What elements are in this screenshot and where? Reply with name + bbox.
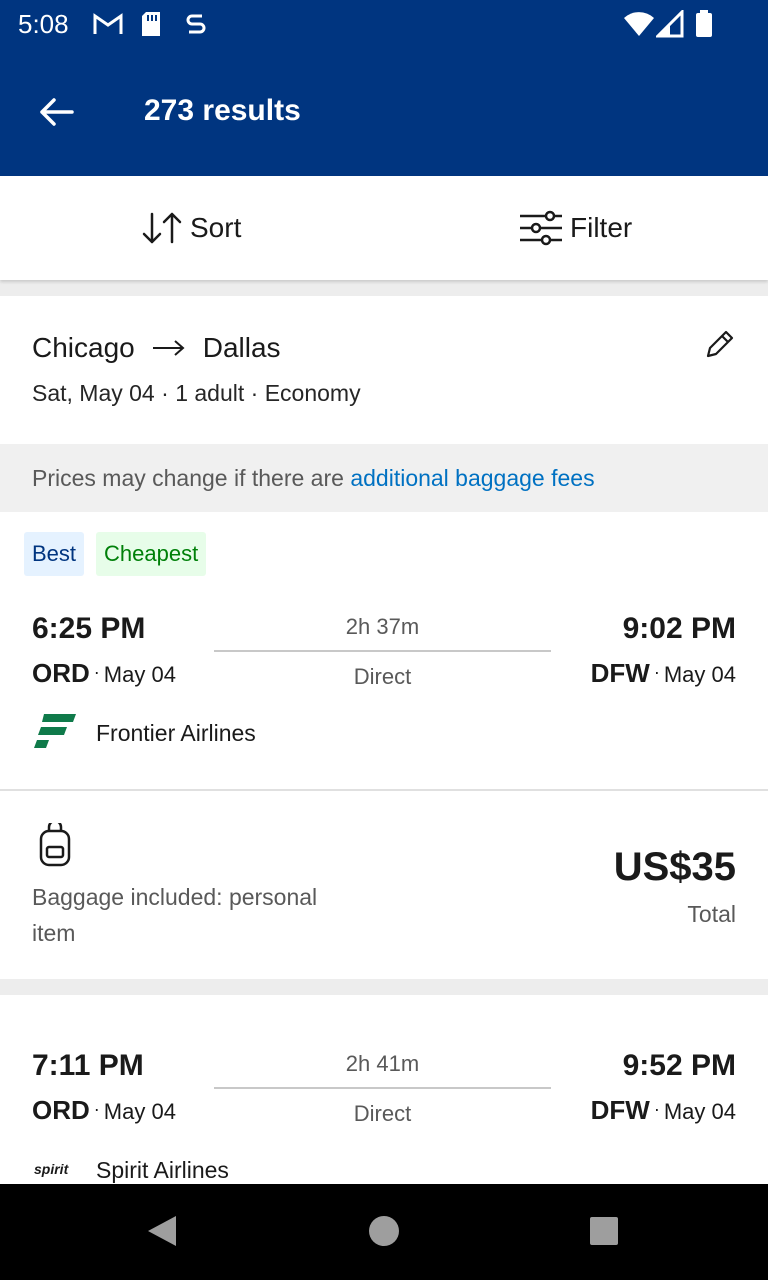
- filter-label: Filter: [570, 212, 633, 243]
- price-label: Total: [687, 901, 736, 927]
- system-nav-bar: [0, 1184, 768, 1280]
- departure-info: ORD · May 04: [32, 658, 176, 688]
- filter-button[interactable]: Filter: [518, 176, 632, 280]
- status-time: 5:08: [18, 9, 69, 39]
- separator: ·: [250, 380, 259, 406]
- search-summary[interactable]: Chicago Dallas Sat, May 04 · 1 adult · E…: [0, 296, 768, 444]
- departure-date: May 04: [103, 1099, 176, 1124]
- trip-cabin: Economy: [264, 380, 361, 406]
- arrival-date: May 04: [663, 662, 736, 687]
- nav-recents-icon[interactable]: [588, 1214, 620, 1248]
- spirit-logo: spirit: [34, 1161, 69, 1177]
- flight-duration: 2h 41m Direct: [214, 1051, 551, 1127]
- app-bar: 273 results: [0, 50, 768, 176]
- departure-time: 6:25 PM: [32, 612, 146, 645]
- nav-back-icon[interactable]: [146, 1214, 178, 1248]
- duration-line: [214, 650, 551, 652]
- duration-text: 2h 37m: [345, 614, 420, 639]
- cheapest-badge: Cheapest: [96, 532, 207, 576]
- duration-text: 2h 41m: [345, 1051, 420, 1076]
- separator: ·: [161, 380, 169, 406]
- trip-details: Sat, May 04 · 1 adult · Economy: [32, 380, 361, 407]
- wifi-icon: [624, 12, 654, 36]
- departure-time: 7:11 PM: [32, 1049, 144, 1082]
- sort-arrows-icon: [142, 212, 182, 244]
- flight-duration: 2h 37m Direct: [214, 614, 551, 690]
- price: US$35: [613, 845, 736, 889]
- arrival-time: 9:02 PM: [622, 612, 736, 645]
- trip-passengers: 1 adult: [175, 380, 245, 406]
- flight-card[interactable]: 7:11 PM ORD · May 04 2h 41m Direct 9:52 PM…: [0, 995, 768, 1184]
- flight-price-section[interactable]: Baggage included: personal item US$35 To…: [0, 791, 768, 979]
- frontier-logo-icon: [34, 714, 76, 748]
- departure-date: May 04: [103, 662, 176, 687]
- arrow-right-icon: [152, 340, 185, 356]
- nav-home-icon[interactable]: [368, 1214, 400, 1248]
- airline-name: Spirit Airlines: [96, 1157, 229, 1183]
- gmail-icon: [93, 13, 123, 34]
- destination-city: Dallas: [202, 332, 281, 363]
- origin-city: Chicago: [32, 332, 135, 363]
- departure-airport: ORD: [32, 1095, 90, 1125]
- arrival-airport: DFW: [590, 658, 650, 688]
- duration-line: [214, 1087, 551, 1089]
- arrival-info: DFW · May 04: [590, 1095, 736, 1125]
- stops-text: Direct: [353, 1101, 412, 1126]
- battery-icon: [696, 10, 712, 37]
- pencil-edit-icon[interactable]: [702, 326, 738, 362]
- sort-button[interactable]: Sort: [140, 176, 241, 280]
- filter-sliders-icon: [520, 210, 562, 246]
- status-bar: 5:08: [0, 0, 768, 50]
- baggage-fees-link[interactable]: additional baggage fees: [350, 465, 594, 491]
- baggage-info: Baggage included: personal item: [32, 884, 318, 946]
- sort-label: Sort: [190, 212, 242, 243]
- best-badge: Best: [24, 532, 85, 576]
- arrival-date: May 04: [663, 1099, 736, 1124]
- sd-card-icon: [142, 12, 160, 36]
- sync-icon: [186, 14, 206, 34]
- stops-text: Direct: [353, 664, 412, 689]
- sort-filter-toolbar: Sort Filter: [0, 176, 768, 280]
- flight-card[interactable]: Best Cheapest 6:25 PM ORD · May 04 2h 37m …: [0, 512, 768, 789]
- departure-airport: ORD: [32, 658, 90, 688]
- notice-text: Prices may change if there are: [32, 465, 351, 491]
- cell-signal-icon: [656, 10, 684, 38]
- arrival-airport: DFW: [590, 1095, 650, 1125]
- arrow-left-icon[interactable]: [36, 92, 76, 132]
- backpack-icon: [39, 823, 71, 867]
- trip-date: Sat, May 04: [32, 380, 155, 406]
- departure-info: ORD · May 04: [32, 1095, 176, 1125]
- baggage-fee-notice: Prices may change if there are additiona…: [0, 444, 768, 512]
- airline-name: Frontier Airlines: [96, 720, 256, 746]
- page-title: 273 results: [144, 94, 301, 127]
- route: Chicago Dallas: [32, 332, 281, 364]
- arrival-time: 9:52 PM: [622, 1049, 736, 1082]
- arrival-info: DFW · May 04: [590, 658, 736, 688]
